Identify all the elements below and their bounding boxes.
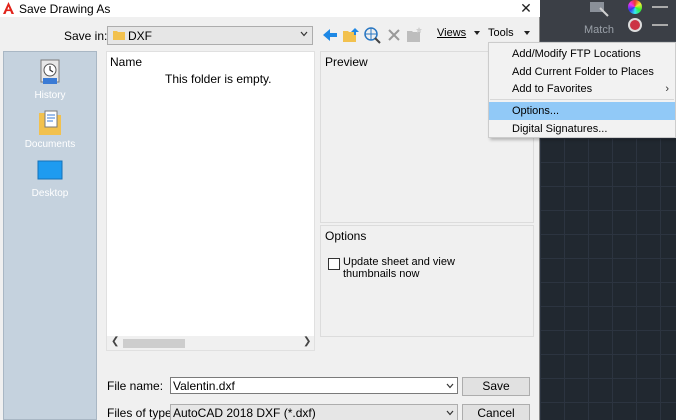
- back-arrow-icon[interactable]: [321, 26, 339, 44]
- file-type-dropdown[interactable]: AutoCAD 2018 DXF (*.dxf): [170, 404, 458, 420]
- cancel-button[interactable]: Cancel: [462, 404, 530, 420]
- place-desktop[interactable]: Desktop: [4, 156, 96, 199]
- color-wheel-icon: [628, 0, 642, 14]
- place-label: Desktop: [31, 188, 69, 199]
- documents-icon: [39, 110, 61, 135]
- options-title: Options: [325, 229, 367, 243]
- place-label: History: [34, 90, 66, 101]
- match-properties-icon: [590, 2, 609, 17]
- views-dropdown-arrow-icon[interactable]: [474, 31, 480, 35]
- match-label: Match: [584, 24, 614, 36]
- title-bar: Save Drawing As ✕: [0, 0, 540, 17]
- file-type-label: Files of type:: [107, 406, 176, 420]
- place-history[interactable]: History: [4, 58, 96, 101]
- save-in-dropdown[interactable]: DXF: [107, 26, 313, 45]
- horizontal-scrollbar[interactable]: ❮ ❯: [107, 336, 314, 350]
- chevron-down-icon[interactable]: [446, 382, 454, 390]
- scrollbar-thumb[interactable]: [123, 339, 185, 348]
- delete-icon[interactable]: [385, 26, 403, 44]
- autocad-logo-icon: [3, 2, 14, 14]
- palette-icon: [628, 18, 642, 32]
- menu-item-label: Add/Modify FTP Locations: [512, 48, 641, 60]
- tools-menu: Add/Modify FTP Locations Add Current Fol…: [488, 42, 676, 138]
- window-title: Save Drawing As: [19, 2, 111, 16]
- menu-item-add-to-favorites[interactable]: Add to Favorites ›: [489, 80, 675, 98]
- chevron-down-icon: [300, 31, 308, 37]
- file-name-label: File name:: [107, 379, 164, 393]
- menu-item-label: Add Current Folder to Places: [512, 66, 654, 78]
- tools-menu-button[interactable]: Tools: [488, 27, 514, 39]
- close-button[interactable]: ✕: [519, 0, 533, 16]
- history-icon: [40, 59, 60, 84]
- tools-dropdown-arrow-icon[interactable]: [524, 31, 530, 35]
- chevron-down-icon: [446, 410, 454, 416]
- views-menu-button[interactable]: Views: [437, 27, 466, 39]
- search-web-icon[interactable]: [363, 26, 381, 44]
- save-drawing-dialog: Save Drawing As ✕ Save in: DXF Views Too…: [0, 0, 540, 420]
- new-folder-icon[interactable]: [406, 26, 424, 44]
- file-list[interactable]: Name This folder is empty. ❮ ❯: [106, 51, 315, 351]
- submenu-arrow-icon: ›: [665, 83, 669, 95]
- file-type-value: AutoCAD 2018 DXF (*.dxf): [173, 406, 316, 420]
- menu-separator: [490, 99, 674, 100]
- name-column-header[interactable]: Name: [110, 55, 142, 69]
- up-folder-icon[interactable]: [342, 26, 360, 44]
- scroll-left-icon[interactable]: ❮: [111, 336, 119, 347]
- menu-item-label: Add to Favorites: [512, 83, 593, 95]
- menu-item-add-current-folder[interactable]: Add Current Folder to Places: [489, 63, 675, 81]
- empty-folder-message: This folder is empty.: [165, 72, 272, 86]
- save-button[interactable]: Save: [462, 377, 530, 396]
- background-ribbon: Match: [540, 0, 676, 42]
- menu-item-label: Options...: [512, 105, 560, 117]
- update-thumbnails-checkbox[interactable]: [328, 258, 340, 270]
- options-panel: Options Update sheet and view thumbnails…: [320, 225, 534, 337]
- preview-title: Preview: [325, 55, 368, 69]
- place-label: Documents: [24, 139, 76, 150]
- menu-item-add-modify-ftp[interactable]: Add/Modify FTP Locations: [489, 45, 675, 63]
- places-bar: History Documents Desktop: [3, 51, 97, 420]
- place-documents[interactable]: Documents: [4, 107, 96, 150]
- menu-item-label: Digital Signatures...: [512, 123, 608, 135]
- file-name-value: Valentin.dxf: [173, 379, 235, 393]
- lineweight-icon: [652, 6, 668, 26]
- save-in-value: DXF: [128, 29, 152, 43]
- folder-icon: [113, 31, 125, 40]
- update-thumbnails-label[interactable]: Update sheet and view thumbnails now: [343, 256, 463, 280]
- scroll-right-icon[interactable]: ❯: [303, 336, 311, 347]
- menu-item-options[interactable]: Options...: [489, 102, 675, 120]
- menu-item-digital-signatures[interactable]: Digital Signatures...: [489, 120, 675, 138]
- file-name-input[interactable]: Valentin.dxf: [170, 377, 458, 394]
- desktop-icon: [37, 160, 63, 180]
- save-in-label: Save in:: [64, 29, 108, 43]
